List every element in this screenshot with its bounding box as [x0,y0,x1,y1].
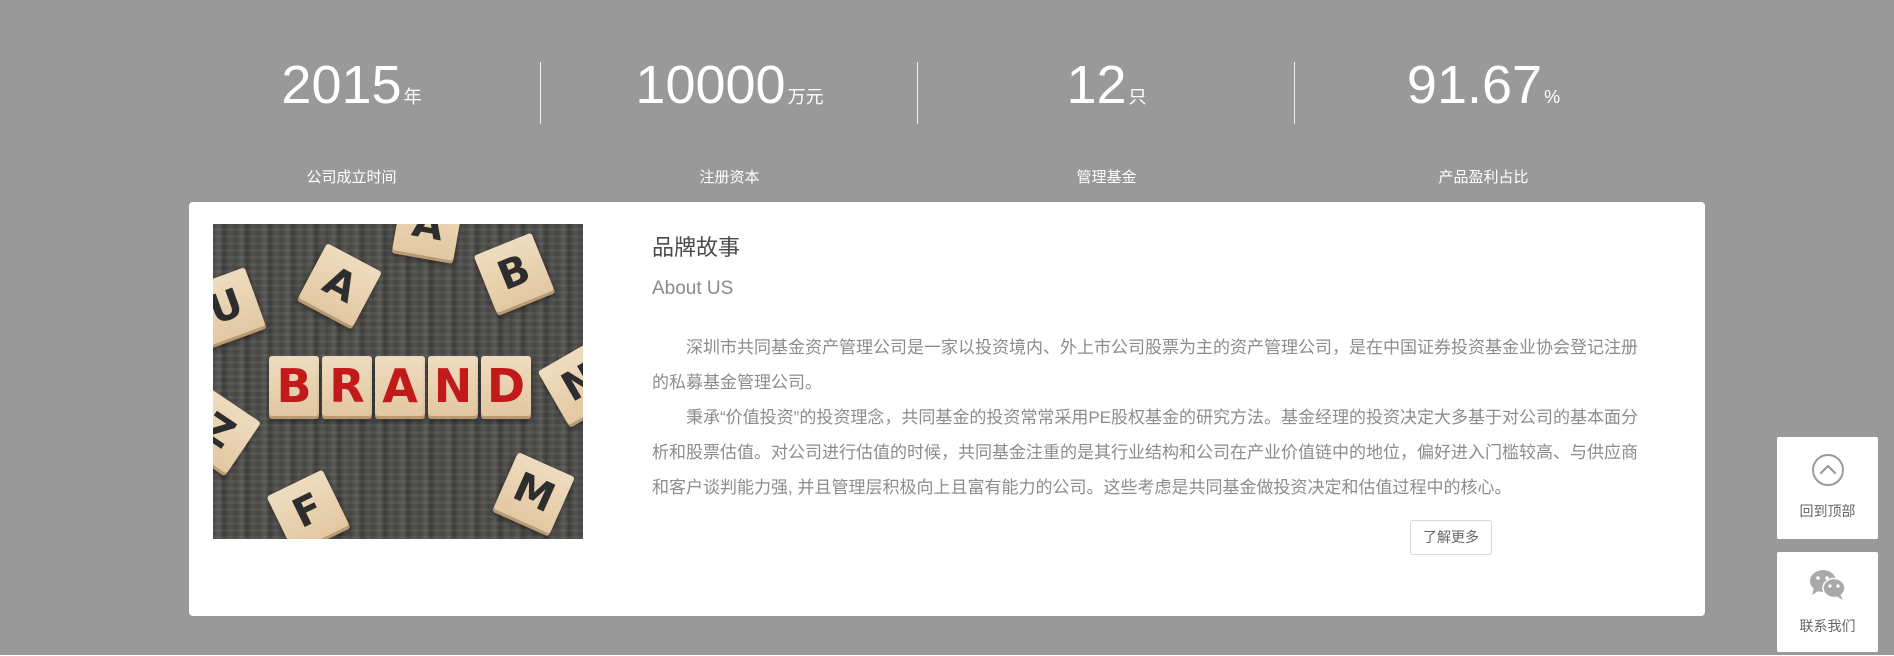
wechat-icon [1809,570,1846,600]
stat-profit-ratio: 91.67% 产品盈利占比 [1295,50,1672,187]
section-subtitle: About US [652,278,734,299]
brand-letter-cube: D [481,356,531,416]
stat-capital: 10000 万元 注册资本 [541,50,918,187]
chevron-up-circle-icon [1811,454,1844,486]
stats-band: 2015 年 公司成立时间 10000 万元 注册资本 12 只 管理基金 91.67… [0,0,1894,655]
stat-label: 注册资本 [699,169,760,186]
brand-letter-cube: A [375,356,425,416]
back-to-top-label: 回到顶部 [1799,503,1856,519]
brand-letter-cube: B [269,356,319,416]
stat-unit: % [1544,87,1561,107]
brand-letter-cube: R [322,356,372,416]
brand-letter-cube: N [428,356,478,416]
stat-unit: 只 [1128,87,1147,107]
stat-label: 产品盈利占比 [1438,169,1529,186]
contact-us-label: 联系我们 [1799,618,1856,634]
section-title: 品牌故事 [652,235,741,260]
stat-funds: 12 只 管理基金 [918,50,1295,187]
stat-unit: 万元 [787,87,824,107]
paragraph: 深圳市共同基金资产管理公司是一家以投资境内、外上市公司股票为主的资产管理公司，是… [652,338,1638,392]
stat-label: 管理基金 [1076,169,1137,186]
paragraph: 秉承“价值投资”的投资理念，共同基金的投资常常采用PE股权基金的研究方法。基金经… [652,408,1638,497]
back-to-top-button[interactable]: 回到顶部 [1777,437,1878,539]
brand-story-text: 深圳市共同基金资产管理公司是一家以投资境内、外上市公司股票为主的资产管理公司，是… [652,330,1642,505]
stat-value: 91.67 [1406,55,1543,115]
stat-value: 10000 [635,55,786,115]
contact-us-button[interactable]: 联系我们 [1777,552,1878,652]
stat-value: 2015 [281,55,402,115]
stat-unit: 年 [403,87,422,107]
stat-value: 12 [1066,55,1127,115]
learn-more-button[interactable]: 了解更多 [1410,520,1492,555]
brand-story-card: U A A B Z N F M B R A N D 品牌故事 About US … [189,202,1705,616]
stat-founded: 2015 年 公司成立时间 [163,50,540,187]
stat-label: 公司成立时间 [306,169,397,186]
brand-image: U A A B Z N F M B R A N D [213,224,583,539]
